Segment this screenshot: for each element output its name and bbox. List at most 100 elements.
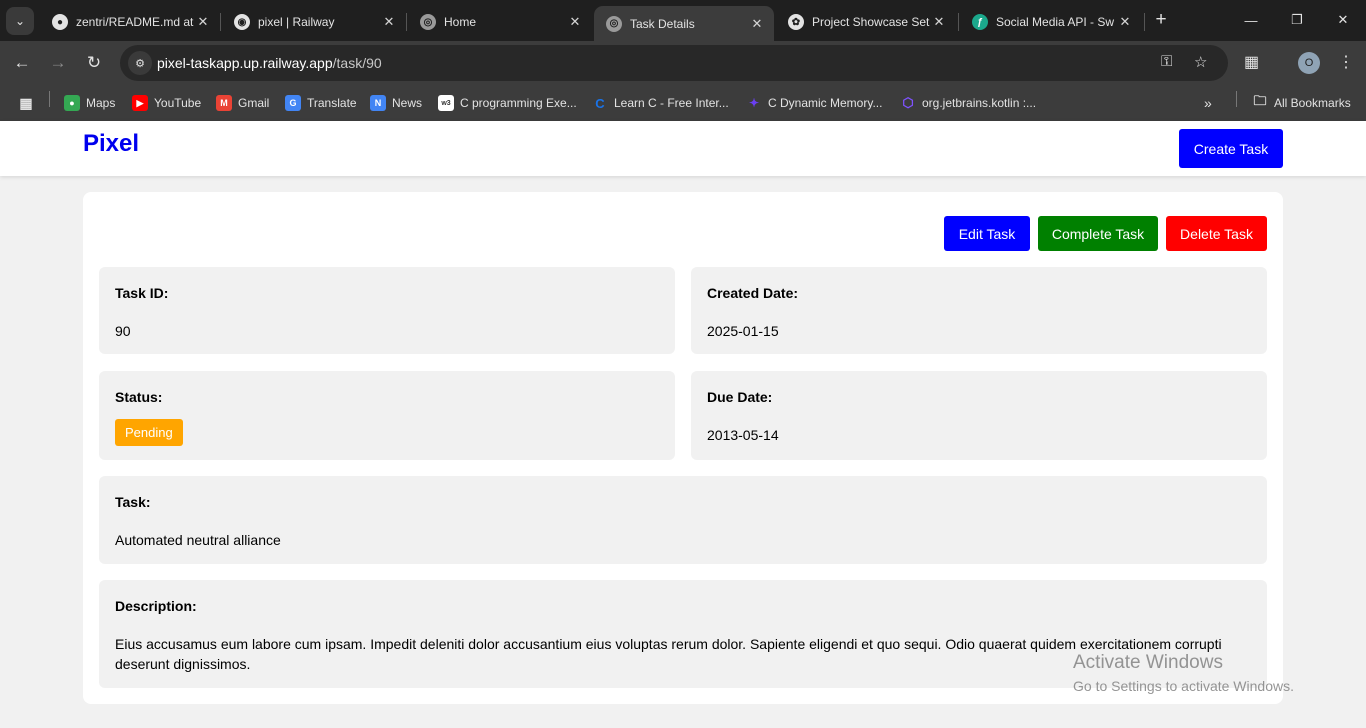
- close-icon: ✕: [1337, 12, 1349, 27]
- railway-icon: ◉: [234, 14, 250, 30]
- bookmark-translate[interactable]: G Translate: [285, 92, 357, 114]
- bookmark-youtube[interactable]: ▶ YouTube: [132, 92, 201, 114]
- bookmark-maps[interactable]: ● Maps: [64, 92, 115, 114]
- brand-logo[interactable]: Pixel: [83, 130, 139, 158]
- task-id-field: Task ID: 90: [99, 267, 675, 354]
- address-bar[interactable]: ⚙ pixel-taskapp.up.railway.app/task/90 ⚿…: [120, 45, 1228, 81]
- tab-title: pixel | Railway: [258, 15, 335, 29]
- bookmark-c-programming[interactable]: w3 C programming Exe...: [438, 92, 577, 114]
- openai-icon: ✿: [788, 14, 804, 30]
- tab-divider: [958, 13, 959, 31]
- tab-search-button[interactable]: ⌄: [6, 7, 34, 35]
- w3resource-icon: w3: [438, 95, 454, 111]
- task-id-value: 90: [115, 323, 131, 339]
- all-bookmarks-label: All Bookmarks: [1274, 96, 1351, 110]
- created-date-field: Created Date: 2025-01-15: [691, 267, 1267, 354]
- gmail-icon: M: [216, 95, 232, 111]
- plus-icon: +: [1155, 9, 1167, 30]
- field-label: Created Date:: [707, 285, 799, 301]
- bookmark-label: YouTube: [154, 96, 202, 110]
- close-icon[interactable]: ✕: [930, 14, 948, 30]
- browser-tab[interactable]: ✿ Project Showcase Set ✕: [776, 7, 956, 37]
- menu-kebab-icon[interactable]: ⋮: [1338, 52, 1354, 72]
- all-bookmarks-button[interactable]: 🗀 All Bookmarks: [1252, 92, 1351, 114]
- reload-button[interactable]: ↻: [81, 50, 107, 76]
- url-host: pixel-taskapp.up.railway.app: [157, 55, 333, 71]
- create-task-button[interactable]: Create Task: [1179, 129, 1283, 168]
- double-chevron-right-icon: »: [1204, 95, 1212, 111]
- browser-toolbar: ← → ↻ ⚙ pixel-taskapp.up.railway.app/tas…: [0, 41, 1366, 86]
- apps-grid-button[interactable]: ▦: [18, 92, 34, 114]
- field-label: Task ID:: [115, 285, 169, 301]
- bookmark-learn-c[interactable]: C Learn C - Free Inter...: [592, 92, 729, 114]
- reload-icon: ↻: [86, 53, 102, 72]
- bookmark-label: C programming Exe...: [460, 96, 577, 110]
- restore-icon: ❐: [1291, 12, 1303, 27]
- browser-tab[interactable]: ◉ pixel | Railway ✕: [222, 7, 406, 37]
- activate-windows-watermark: Activate Windows Go to Settings to activ…: [1073, 652, 1294, 694]
- more-bookmarks-button[interactable]: »: [1204, 92, 1212, 114]
- bookmark-label: Translate: [307, 96, 357, 110]
- star-bookmark-icon[interactable]: ☆: [1194, 53, 1207, 71]
- bookmark-label: News: [392, 96, 423, 110]
- browser-tab[interactable]: ◎ Home ✕: [408, 7, 592, 37]
- close-icon[interactable]: ✕: [380, 14, 398, 30]
- task-value: Automated neutral alliance: [115, 532, 281, 548]
- translate-icon: G: [285, 95, 301, 111]
- browser-tab-active[interactable]: ◎ Task Details ✕: [594, 6, 774, 41]
- watermark-subtitle: Go to Settings to activate Windows.: [1073, 678, 1294, 694]
- minimize-button[interactable]: —: [1228, 0, 1274, 40]
- forward-button[interactable]: →: [45, 50, 71, 76]
- due-date-field: Due Date: 2013-05-14: [691, 371, 1267, 460]
- url-text[interactable]: pixel-taskapp.up.railway.app/task/90: [157, 55, 382, 71]
- tab-title: Social Media API - Sw: [996, 15, 1115, 29]
- apps-grid-icon: ▦: [19, 94, 33, 111]
- tab-title: Project Showcase Set: [812, 15, 930, 29]
- close-icon[interactable]: ✕: [748, 16, 766, 32]
- bookmark-divider: [49, 91, 50, 107]
- complete-task-button[interactable]: Complete Task: [1038, 216, 1158, 251]
- bookmark-kotlin[interactable]: ⬡ org.jetbrains.kotlin :...: [900, 92, 1036, 114]
- tab-divider: [1144, 13, 1145, 31]
- github-icon: ●: [52, 14, 68, 30]
- browser-tab[interactable]: ● zentri/README.md at ✕: [40, 7, 220, 37]
- site-settings-icon[interactable]: ⚙: [128, 51, 152, 75]
- restore-button[interactable]: ❐: [1274, 0, 1320, 40]
- field-label: Due Date:: [707, 389, 773, 405]
- bookmark-label: Gmail: [238, 96, 270, 110]
- profile-avatar[interactable]: O: [1298, 52, 1320, 74]
- field-label: Task:: [115, 494, 151, 510]
- bookmarks-bar: ▦ ● Maps ▶ YouTube M Gmail G Translate N…: [0, 86, 1366, 121]
- created-date-value: 2025-01-15: [707, 323, 779, 339]
- field-label: Status:: [115, 389, 163, 405]
- watermark-title: Activate Windows: [1073, 652, 1223, 673]
- status-field: Status: Pending: [99, 371, 675, 460]
- bookmark-label: Learn C - Free Inter...: [614, 96, 729, 110]
- bookmark-c-dynamic-memory[interactable]: ✦ C Dynamic Memory...: [746, 92, 883, 114]
- new-tab-button[interactable]: +: [1150, 9, 1172, 31]
- close-icon[interactable]: ✕: [566, 14, 584, 30]
- tab-title: Task Details: [630, 16, 695, 31]
- delete-task-button[interactable]: Delete Task: [1166, 216, 1267, 251]
- bookmark-gmail[interactable]: M Gmail: [216, 92, 269, 114]
- due-date-value: 2013-05-14: [707, 427, 779, 443]
- close-window-button[interactable]: ✕: [1320, 0, 1366, 40]
- back-button[interactable]: ←: [9, 50, 35, 76]
- edit-task-button[interactable]: Edit Task: [944, 216, 1030, 251]
- url-path: /task/90: [332, 55, 382, 71]
- close-icon[interactable]: ✕: [1116, 14, 1134, 30]
- learn-c-icon: C: [595, 95, 605, 111]
- bookmark-divider: [1236, 91, 1237, 107]
- password-key-icon[interactable]: ⚿: [1161, 53, 1172, 70]
- bookmark-news[interactable]: N News: [370, 92, 422, 114]
- kotlin-icon: ⬡: [902, 95, 914, 110]
- close-icon[interactable]: ✕: [194, 14, 212, 30]
- extensions-puzzle-icon[interactable]: ▦: [1244, 52, 1259, 72]
- app-header: Pixel Create Task: [0, 121, 1366, 176]
- arrow-left-icon: ←: [13, 53, 31, 72]
- swagger-icon: ƒ: [972, 14, 988, 30]
- status-badge: Pending: [115, 419, 183, 446]
- browser-tab-bar: ⌄ ● zentri/README.md at ✕ ◉ pixel | Rail…: [0, 0, 1366, 41]
- browser-tab[interactable]: ƒ Social Media API - Sw ✕: [960, 7, 1142, 37]
- tab-divider: [220, 13, 221, 31]
